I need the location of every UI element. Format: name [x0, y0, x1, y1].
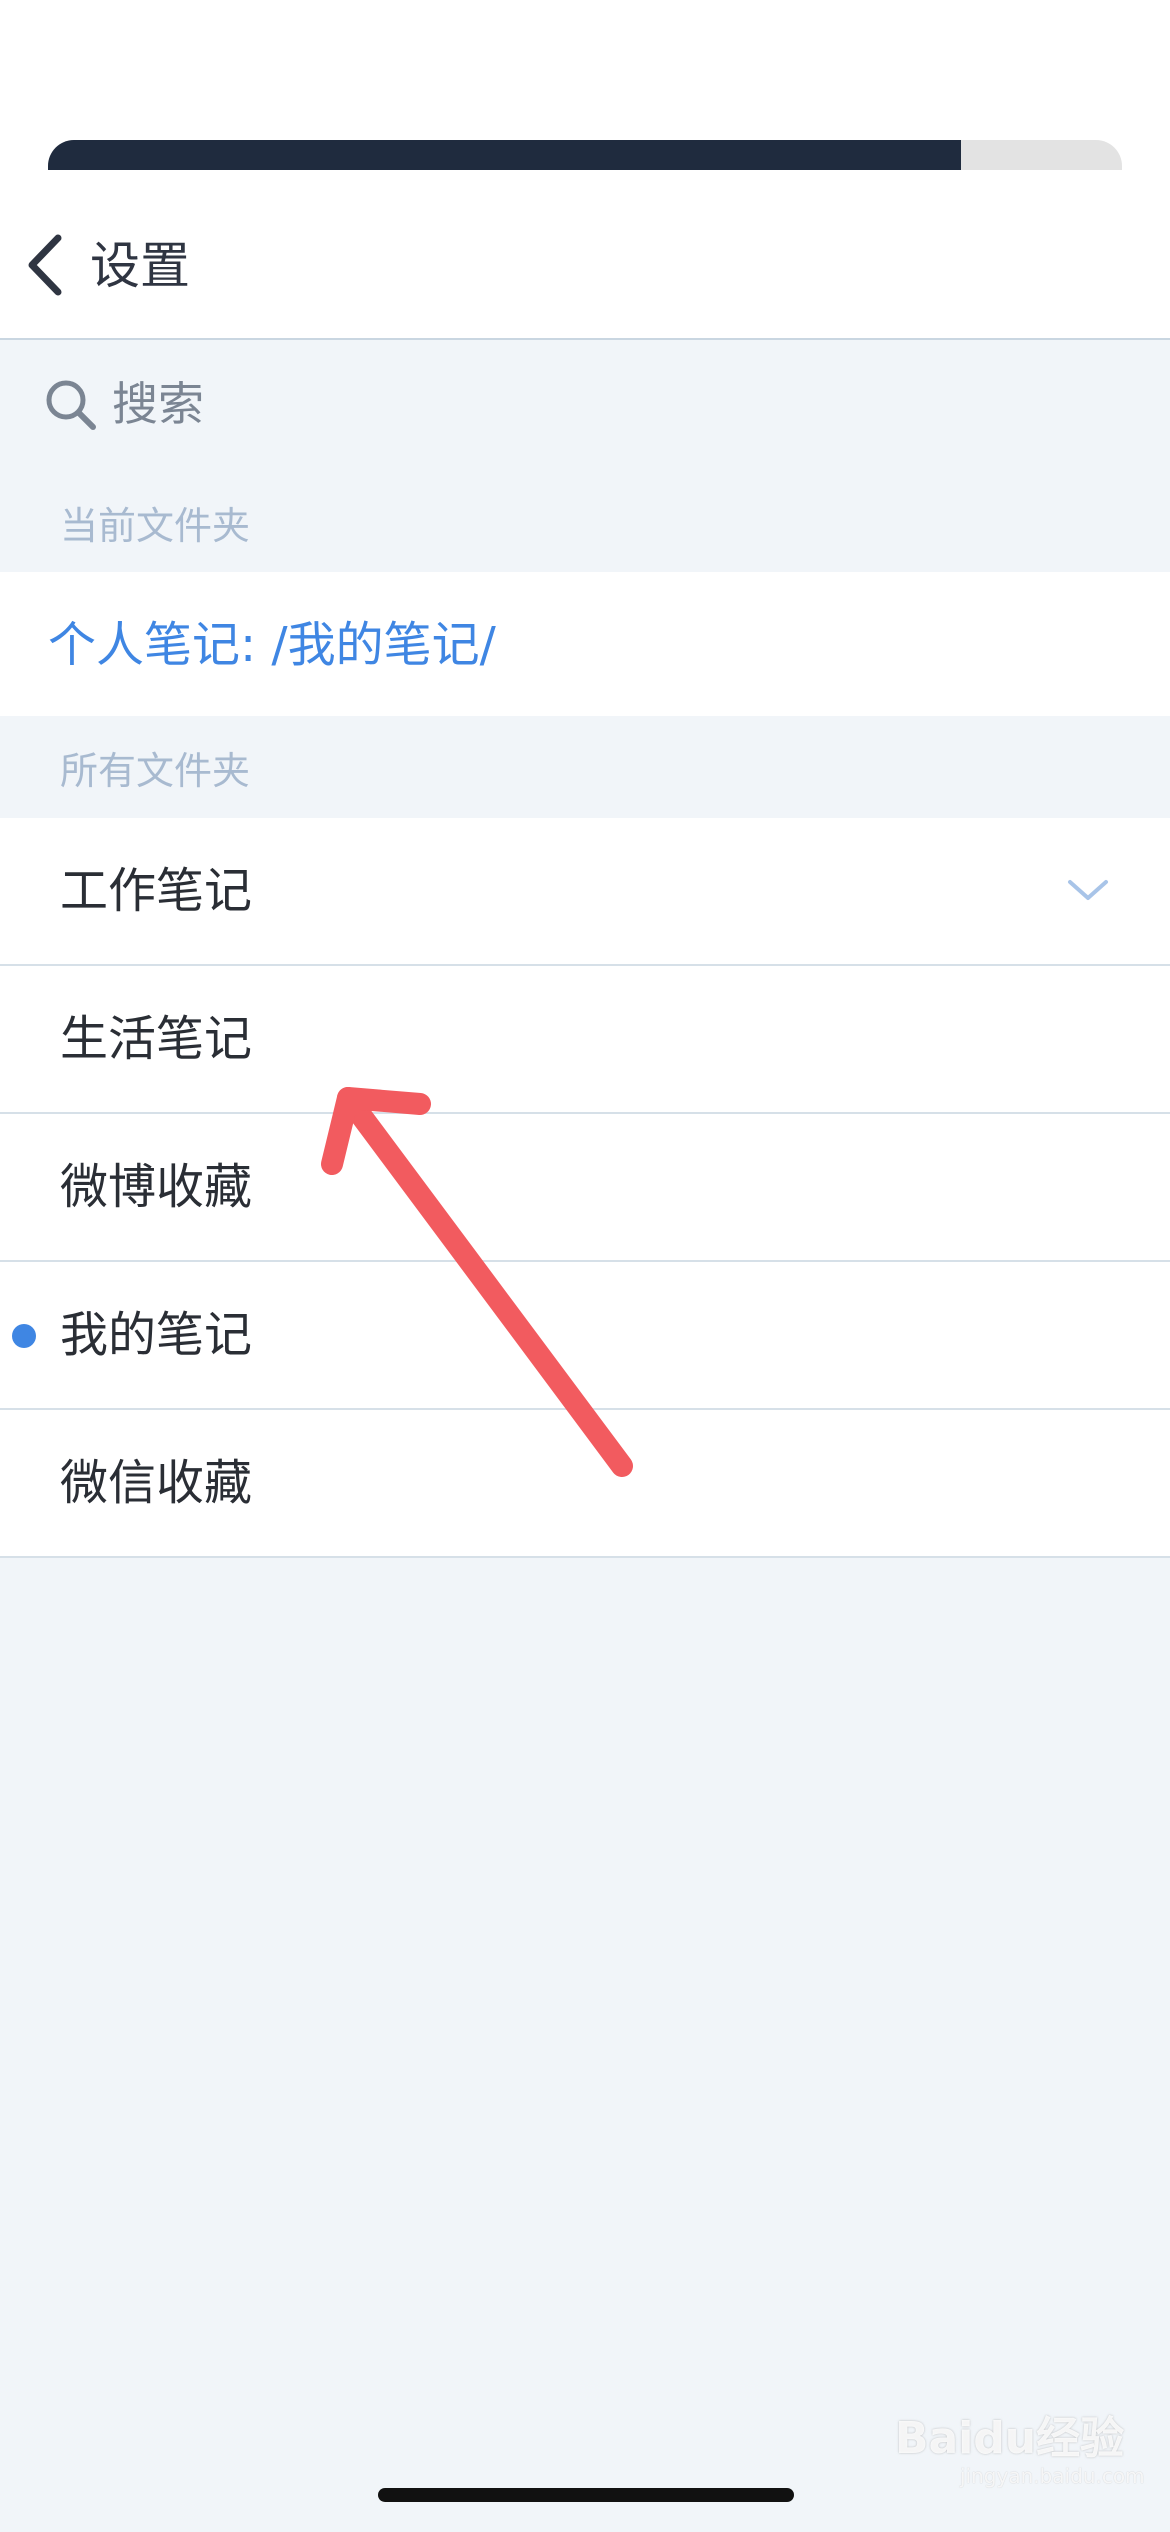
folder-label: 我的笔记	[60, 1307, 253, 1363]
folder-label: 生活笔记	[60, 1011, 253, 1067]
current-folder-indicator	[12, 1324, 36, 1348]
page-title: 设置	[90, 237, 190, 295]
chevron-down-icon[interactable]	[1064, 870, 1112, 910]
progress-bar-fill	[48, 140, 961, 170]
navigation-bar: 设置	[0, 190, 1170, 340]
current-folder-row: 个人笔记: /我的笔记/	[0, 572, 1170, 716]
current-folder-section-header: 当前文件夹	[60, 504, 251, 548]
folder-row-my-notes[interactable]: 我的笔记	[0, 1262, 1170, 1410]
folder-list: 工作笔记 生活笔记 微博收藏 我的笔记 微信收藏	[0, 818, 1170, 1558]
watermark-logo: Baidu经验	[895, 2413, 1125, 2464]
folder-row-work-notes[interactable]: 工作笔记	[0, 818, 1170, 966]
progress-bar	[48, 140, 1122, 170]
chevron-left-icon	[28, 234, 62, 296]
current-folder-path: 个人笔记: /我的笔记/	[48, 617, 496, 673]
search-input[interactable]	[112, 364, 1012, 444]
folder-row-life-notes[interactable]: 生活笔记	[0, 966, 1170, 1114]
all-folders-section-header: 所有文件夹	[60, 749, 251, 793]
home-indicator[interactable]	[378, 2488, 794, 2502]
folder-label: 微信收藏	[60, 1455, 253, 1511]
folder-label: 工作笔记	[60, 863, 253, 919]
search-icon	[46, 380, 96, 430]
folder-row-weibo-favorites[interactable]: 微博收藏	[0, 1114, 1170, 1262]
folder-row-wechat-favorites[interactable]: 微信收藏	[0, 1410, 1170, 1558]
folder-label: 微博收藏	[60, 1159, 253, 1215]
search-bar[interactable]	[0, 340, 1170, 470]
back-button[interactable]	[18, 220, 88, 310]
watermark-url: jingyan.baidu.com	[960, 2464, 1145, 2488]
